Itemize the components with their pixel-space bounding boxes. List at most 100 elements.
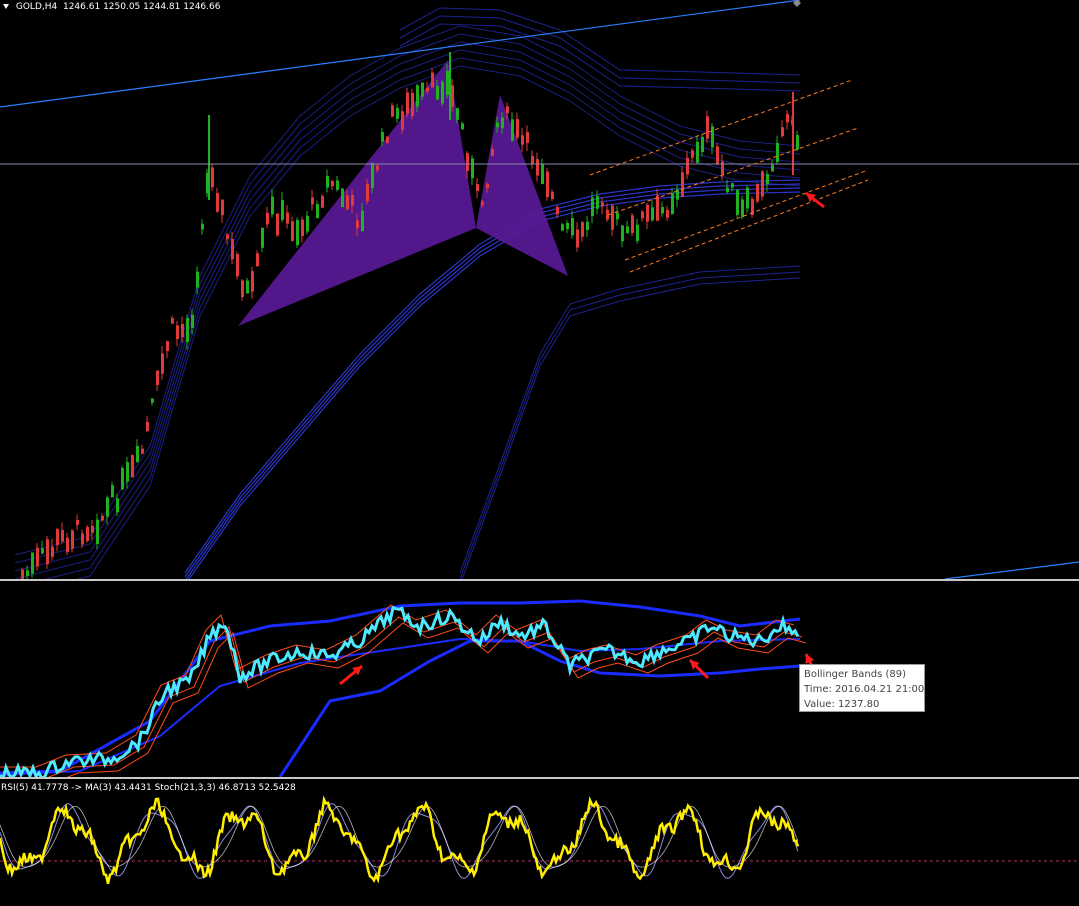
candle-body [671, 193, 674, 215]
candle-body [91, 525, 94, 533]
candle-body [636, 224, 639, 241]
price-chart-canvas [0, 0, 1079, 579]
candle-body [701, 136, 704, 152]
ohlc-close: 1246.66 [183, 2, 221, 12]
candle-body [731, 183, 734, 188]
tooltip-value: Value: 1237.80 [804, 699, 880, 710]
channel-line [624, 169, 869, 261]
rsi-stoch-canvas [0, 795, 1079, 884]
candle-body [121, 468, 124, 490]
candle-body [741, 199, 744, 218]
candle-body [456, 108, 459, 120]
candle-body [346, 195, 349, 210]
candle-body [326, 175, 329, 188]
rsi-stoch-pane[interactable]: RSI(5) 41.7778 -> MA(3) 43.4431 Stoch(21… [0, 779, 1079, 906]
candle-body [366, 183, 369, 202]
upper-band-line [0, 599, 801, 775]
moving-average-line [184, 179, 801, 574]
candle-body [546, 171, 549, 198]
candle-body [21, 569, 24, 579]
candle-body [271, 196, 274, 215]
candle-body [266, 212, 269, 225]
candle-body [426, 87, 429, 92]
candle-body [151, 398, 154, 403]
candle-body [686, 157, 689, 175]
candle-body [166, 341, 169, 352]
candle-body [176, 325, 179, 340]
candle-body [81, 533, 84, 545]
candle-body [621, 225, 624, 242]
candle-body [531, 155, 534, 165]
candle-body [416, 85, 419, 107]
candle-body [706, 116, 709, 139]
candle-body [331, 180, 334, 187]
candle-body [146, 421, 149, 432]
candle-body [106, 497, 109, 517]
candle-body [666, 209, 669, 218]
candle-body [776, 142, 779, 162]
candle-body [446, 70, 449, 95]
candle-body [411, 92, 414, 116]
candle-body [431, 72, 434, 88]
candle-body [726, 187, 729, 193]
candle-body [541, 163, 544, 184]
candle-body [496, 122, 499, 128]
candle-body [31, 552, 34, 574]
candle-body [711, 126, 714, 148]
oscillator-main-line [0, 605, 800, 777]
candle-body [256, 253, 259, 267]
candle-body [526, 131, 529, 143]
candle-body [551, 191, 554, 199]
tooltip-time: Time: 2016.04.21 21:00 [804, 684, 925, 695]
chevron-down-icon[interactable] [3, 4, 9, 9]
signal-line [0, 604, 795, 768]
candle-body [46, 539, 49, 565]
price-chart-pane[interactable]: GOLD,H4 1246.61 1250.05 1244.81 1246.66 [0, 0, 1079, 579]
candle-body [576, 229, 579, 248]
candle-body [96, 519, 99, 544]
candle-body [386, 136, 389, 143]
candle-body [261, 227, 264, 248]
candle-body [51, 546, 54, 557]
candle-body [241, 280, 244, 297]
candle-body [641, 211, 644, 219]
candle-body [141, 448, 144, 454]
candle-body [236, 254, 239, 277]
candle-body [186, 318, 189, 342]
harmonic-pattern-triangle [238, 60, 476, 326]
candle-body [466, 153, 469, 171]
candle-body [61, 529, 64, 542]
candle-body [246, 280, 249, 294]
candle-body [516, 118, 519, 138]
envelope-band-line [459, 271, 801, 579]
candle-body [381, 132, 384, 142]
candle-body [556, 207, 559, 215]
candle-body [511, 119, 514, 141]
candle-body [586, 221, 589, 231]
candle-body [316, 204, 319, 218]
candle-body [216, 193, 219, 212]
candle-body [66, 537, 69, 553]
indicator-tooltip: Bollinger Bands (89) Time: 2016.04.21 21… [799, 664, 925, 712]
ohlc-low: 1244.81 [143, 2, 181, 12]
candle-body [306, 215, 309, 232]
candle-body [581, 222, 584, 237]
candle-body [301, 219, 304, 237]
candle-body [401, 111, 404, 130]
candle-body [441, 81, 444, 104]
candle-body [351, 194, 354, 206]
candle-body [646, 204, 649, 222]
candle-body [341, 188, 344, 208]
moving-average-line [185, 187, 801, 579]
candle-body [321, 196, 324, 208]
candle-body [781, 127, 784, 137]
candle-body [421, 82, 424, 97]
candle-body [126, 462, 129, 482]
candle-body [756, 183, 759, 202]
candle-body [501, 117, 504, 129]
harmonic-pattern-triangle [476, 95, 568, 276]
candle-body [736, 189, 739, 215]
candle-body [296, 220, 299, 246]
candle-body [596, 195, 599, 209]
candle-body [566, 223, 569, 230]
